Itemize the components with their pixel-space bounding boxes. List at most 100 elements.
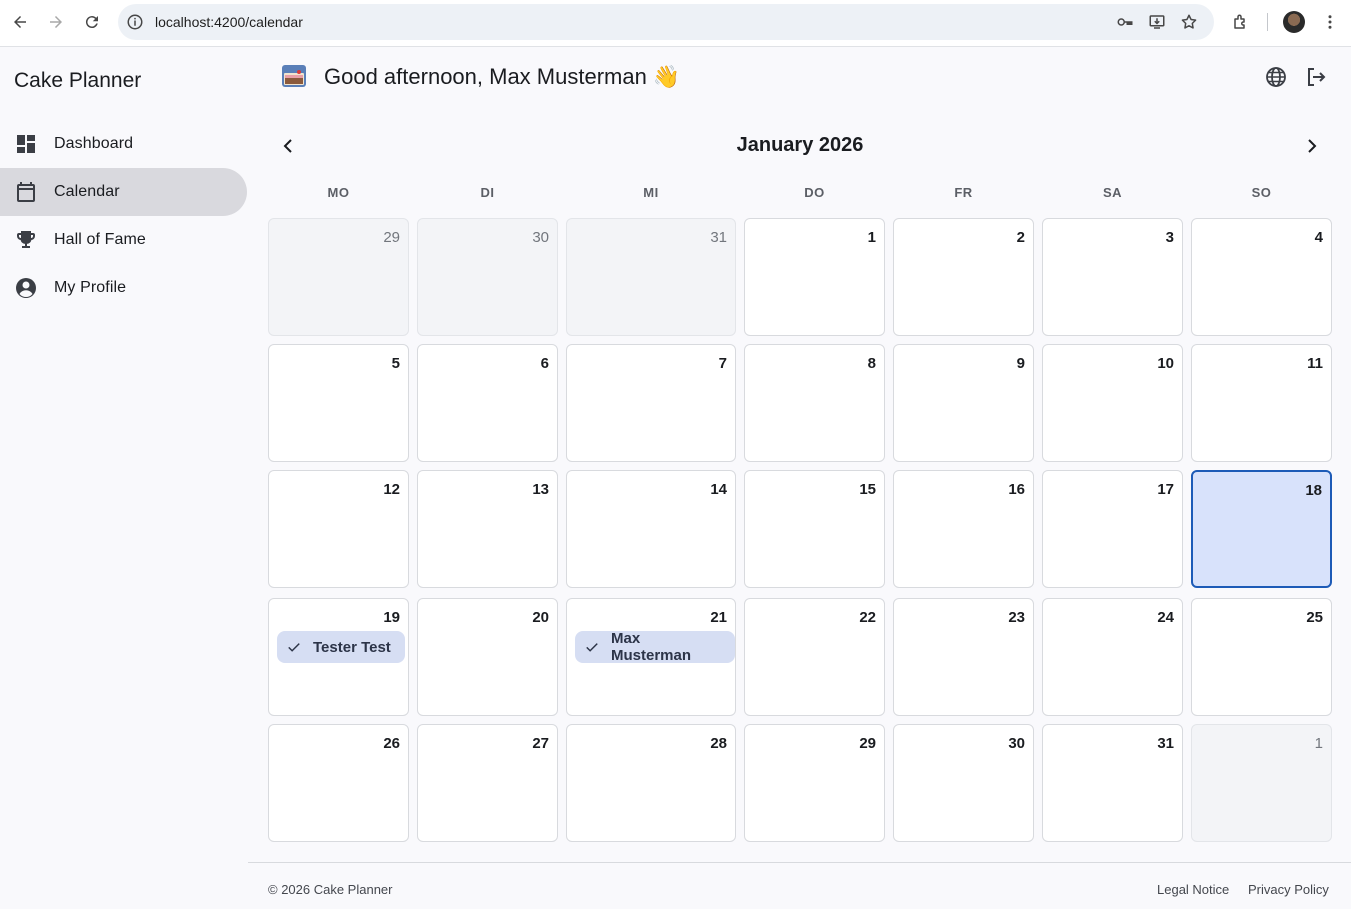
event-chip[interactable]: Max Musterman	[575, 630, 735, 664]
previous-month-chevron-icon[interactable]	[276, 134, 300, 158]
weekday-header: MO	[327, 185, 350, 200]
check-icon	[583, 638, 611, 656]
sidebar-item-hall-of-fame[interactable]: Hall of Fame	[0, 216, 247, 264]
day-number: 15	[859, 481, 876, 498]
bookmark-star-icon[interactable]	[1180, 13, 1198, 31]
calendar-day[interactable]: 21 Max Musterman	[566, 598, 736, 716]
calendar-day[interactable]: 16	[893, 470, 1034, 588]
calendar-day[interactable]: 28	[566, 724, 736, 842]
sidebar-item-my-profile[interactable]: My Profile	[0, 264, 247, 312]
calendar-day[interactable]: 11	[1191, 344, 1332, 462]
calendar-day[interactable]: 26	[268, 724, 409, 842]
day-number: 19	[383, 609, 400, 626]
sidebar-item-dashboard[interactable]: Dashboard	[0, 120, 247, 168]
day-number: 12	[383, 481, 400, 498]
calendar-day[interactable]: 3	[1042, 218, 1183, 336]
day-number: 14	[710, 481, 727, 498]
logout-icon[interactable]	[1304, 65, 1328, 89]
calendar-day[interactable]: 1	[744, 218, 885, 336]
sidebar-item-calendar[interactable]: Calendar	[0, 168, 247, 216]
event-chip-label: Tester Test	[313, 638, 391, 656]
calendar-day[interactable]: 14	[566, 470, 736, 588]
install-app-icon[interactable]	[1148, 13, 1166, 31]
day-number: 16	[1008, 481, 1025, 498]
calendar-day[interactable]: 2	[893, 218, 1034, 336]
calendar-day[interactable]: 29	[744, 724, 885, 842]
calendar-day[interactable]: 30	[417, 218, 558, 336]
day-number: 27	[532, 735, 549, 752]
calendar-day[interactable]: 4	[1191, 218, 1332, 336]
day-number: 6	[540, 355, 549, 372]
reload-icon[interactable]	[80, 10, 104, 34]
calendar-day[interactable]: 13	[417, 470, 558, 588]
day-number: 9	[1016, 355, 1025, 372]
extensions-icon[interactable]	[1229, 10, 1253, 34]
day-number: 22	[859, 609, 876, 626]
day-number: 4	[1314, 229, 1323, 246]
day-number: 1	[867, 229, 876, 246]
footer-divider	[248, 862, 1351, 863]
day-number: 21	[710, 609, 727, 626]
calendar-day[interactable]: 22	[744, 598, 885, 716]
day-number: 29	[859, 735, 876, 752]
weekday-header: DI	[480, 185, 495, 200]
event-chip[interactable]: Tester Test	[277, 631, 405, 663]
calendar-day-today[interactable]: 18	[1191, 470, 1332, 588]
day-number: 7	[718, 355, 727, 372]
day-number: 1	[1314, 735, 1323, 752]
day-number: 24	[1157, 609, 1174, 626]
calendar-day[interactable]: 7	[566, 344, 736, 462]
calendar-day[interactable]: 1	[1191, 724, 1332, 842]
footer-copyright: © 2026 Cake Planner	[268, 882, 393, 897]
day-number: 17	[1157, 481, 1174, 498]
trophy-icon	[14, 228, 38, 252]
day-number: 31	[1157, 735, 1174, 752]
calendar-day[interactable]: 15	[744, 470, 885, 588]
sidebar-item-label: Hall of Fame	[54, 231, 146, 248]
legal-notice-link[interactable]: Legal Notice	[1157, 882, 1229, 897]
forward-arrow-icon[interactable]	[44, 10, 68, 34]
toolbar-divider	[1267, 13, 1268, 31]
back-arrow-icon[interactable]	[8, 10, 32, 34]
calendar-day[interactable]: 17	[1042, 470, 1183, 588]
site-info-icon[interactable]	[126, 13, 144, 31]
day-number: 30	[532, 229, 549, 246]
day-number: 13	[532, 481, 549, 498]
calendar-day[interactable]: 23	[893, 598, 1034, 716]
day-number: 3	[1165, 229, 1174, 246]
weekday-header: DO	[804, 185, 825, 200]
calendar-day[interactable]: 12	[268, 470, 409, 588]
address-bar[interactable]: localhost:4200/calendar	[118, 4, 1214, 40]
language-globe-icon[interactable]	[1264, 65, 1288, 89]
calendar-day[interactable]: 30	[893, 724, 1034, 842]
calendar-day[interactable]: 31	[566, 218, 736, 336]
day-number: 25	[1306, 609, 1323, 626]
sidebar-item-label: My Profile	[54, 279, 127, 296]
day-number: 2	[1016, 229, 1025, 246]
browser-menu-icon[interactable]	[1318, 10, 1342, 34]
calendar-day[interactable]: 8	[744, 344, 885, 462]
day-number: 28	[710, 735, 727, 752]
key-icon[interactable]	[1116, 13, 1134, 31]
day-number: 30	[1008, 735, 1025, 752]
dashboard-icon	[14, 132, 38, 156]
calendar-day[interactable]: 29	[268, 218, 409, 336]
calendar-day[interactable]: 24	[1042, 598, 1183, 716]
next-month-chevron-icon[interactable]	[1300, 134, 1324, 158]
calendar-day[interactable]: 27	[417, 724, 558, 842]
calendar-day[interactable]: 19 Tester Test	[268, 598, 409, 716]
calendar-day[interactable]: 10	[1042, 344, 1183, 462]
calendar-day[interactable]: 25	[1191, 598, 1332, 716]
app-title: Cake Planner	[14, 69, 142, 92]
privacy-policy-link[interactable]: Privacy Policy	[1248, 882, 1329, 897]
weekday-header: FR	[954, 185, 973, 200]
calendar-day[interactable]: 31	[1042, 724, 1183, 842]
profile-avatar[interactable]	[1283, 11, 1305, 33]
calendar-day[interactable]: 9	[893, 344, 1034, 462]
calendar-day[interactable]: 6	[417, 344, 558, 462]
day-number: 26	[383, 735, 400, 752]
calendar-day[interactable]: 20	[417, 598, 558, 716]
day-number: 11	[1307, 355, 1323, 372]
calendar-day[interactable]: 5	[268, 344, 409, 462]
day-number: 10	[1157, 355, 1174, 372]
